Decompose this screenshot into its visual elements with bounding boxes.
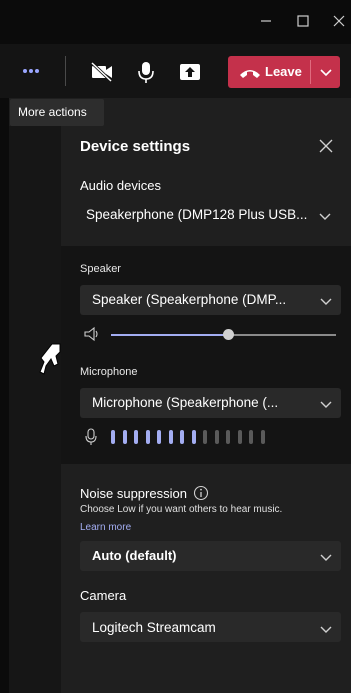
microphone-label: Microphone: [80, 366, 138, 378]
share-screen-icon: [180, 64, 200, 80]
toolbar-divider: [65, 56, 66, 86]
chevron-down-icon: [320, 401, 332, 408]
leave-label: Leave: [265, 64, 302, 79]
level-bar: [191, 430, 196, 444]
chevron-down-icon[interactable]: [319, 65, 333, 79]
maximize-button[interactable]: [292, 10, 314, 32]
microphone-value: Microphone (Speakerphone (...: [92, 395, 279, 410]
title-bar: [0, 0, 351, 44]
speaker-volume-thumb[interactable]: [222, 329, 234, 340]
speaker-volume-icon: [84, 326, 98, 342]
minimize-icon: [261, 20, 271, 22]
close-icon[interactable]: [318, 138, 334, 154]
more-icon: [29, 69, 33, 73]
chevron-down-icon: [320, 626, 332, 633]
level-bar: [168, 430, 173, 444]
panel-title: Device settings: [80, 138, 191, 155]
level-bar: [134, 430, 138, 444]
more-actions-tooltip: More actions: [10, 99, 104, 126]
speaker-label: Speaker: [80, 263, 121, 275]
level-bar: [111, 430, 115, 444]
chevron-down-icon: [320, 298, 332, 305]
noise-suppression-label: Noise suppression: [80, 486, 187, 501]
camera-toggle-button[interactable]: [88, 58, 116, 86]
more-icon: [35, 69, 39, 73]
close-icon: [333, 15, 345, 27]
microphone-icon: [138, 62, 154, 83]
chevron-down-icon: [319, 213, 331, 220]
level-bar: [145, 430, 150, 444]
audio-devices-value: Speakerphone (DMP128 Plus USB...: [86, 207, 308, 222]
level-bar: [260, 430, 265, 444]
level-bar: [180, 430, 184, 444]
level-bar: [157, 430, 161, 444]
noise-suppression-value: Auto (default): [92, 548, 177, 563]
more-actions-button[interactable]: [14, 58, 48, 84]
mouse-cursor-icon: [39, 343, 61, 375]
level-bar: [249, 430, 253, 444]
minimize-button[interactable]: [255, 10, 277, 32]
share-screen-button[interactable]: [176, 58, 204, 86]
noise-suppression-dropdown[interactable]: Auto (default): [80, 541, 341, 571]
level-bar: [214, 430, 219, 444]
window-edge: [0, 98, 9, 693]
camera-off-icon: [90, 61, 113, 83]
microphone-dropdown[interactable]: Microphone (Speakerphone (...: [80, 388, 341, 418]
camera-dropdown[interactable]: Logitech Streamcam: [80, 612, 341, 642]
speaker-dropdown[interactable]: Speaker (Speakerphone (DMP...: [80, 285, 341, 315]
level-bar: [226, 430, 230, 444]
phone-hangup-icon: [240, 70, 260, 78]
chevron-down-icon: [320, 554, 332, 561]
more-icon: [23, 69, 27, 73]
audio-devices-dropdown[interactable]: Speakerphone (DMP128 Plus USB...: [78, 200, 340, 230]
audio-devices-label: Audio devices: [80, 178, 161, 193]
microphone-level-icon: [85, 428, 97, 445]
level-bar: [237, 430, 242, 444]
microphone-toggle-button[interactable]: [132, 58, 160, 86]
meeting-stage: [9, 126, 61, 693]
leave-split-divider: [310, 60, 311, 84]
leave-button[interactable]: Leave: [228, 56, 340, 88]
camera-value: Logitech Streamcam: [92, 620, 216, 635]
noise-suppression-help: Choose Low if you want others to hear mu…: [80, 504, 283, 515]
maximize-icon: [297, 15, 309, 27]
learn-more-link[interactable]: Learn more: [80, 522, 131, 533]
speaker-value: Speaker (Speakerphone (DMP...: [92, 292, 287, 307]
level-bar: [122, 430, 127, 444]
level-bar: [203, 430, 207, 444]
speaker-volume-fill: [111, 334, 228, 336]
close-window-button[interactable]: [328, 10, 350, 32]
camera-label: Camera: [80, 588, 127, 603]
tooltip-text: More actions: [18, 105, 87, 119]
info-icon[interactable]: [193, 485, 209, 501]
